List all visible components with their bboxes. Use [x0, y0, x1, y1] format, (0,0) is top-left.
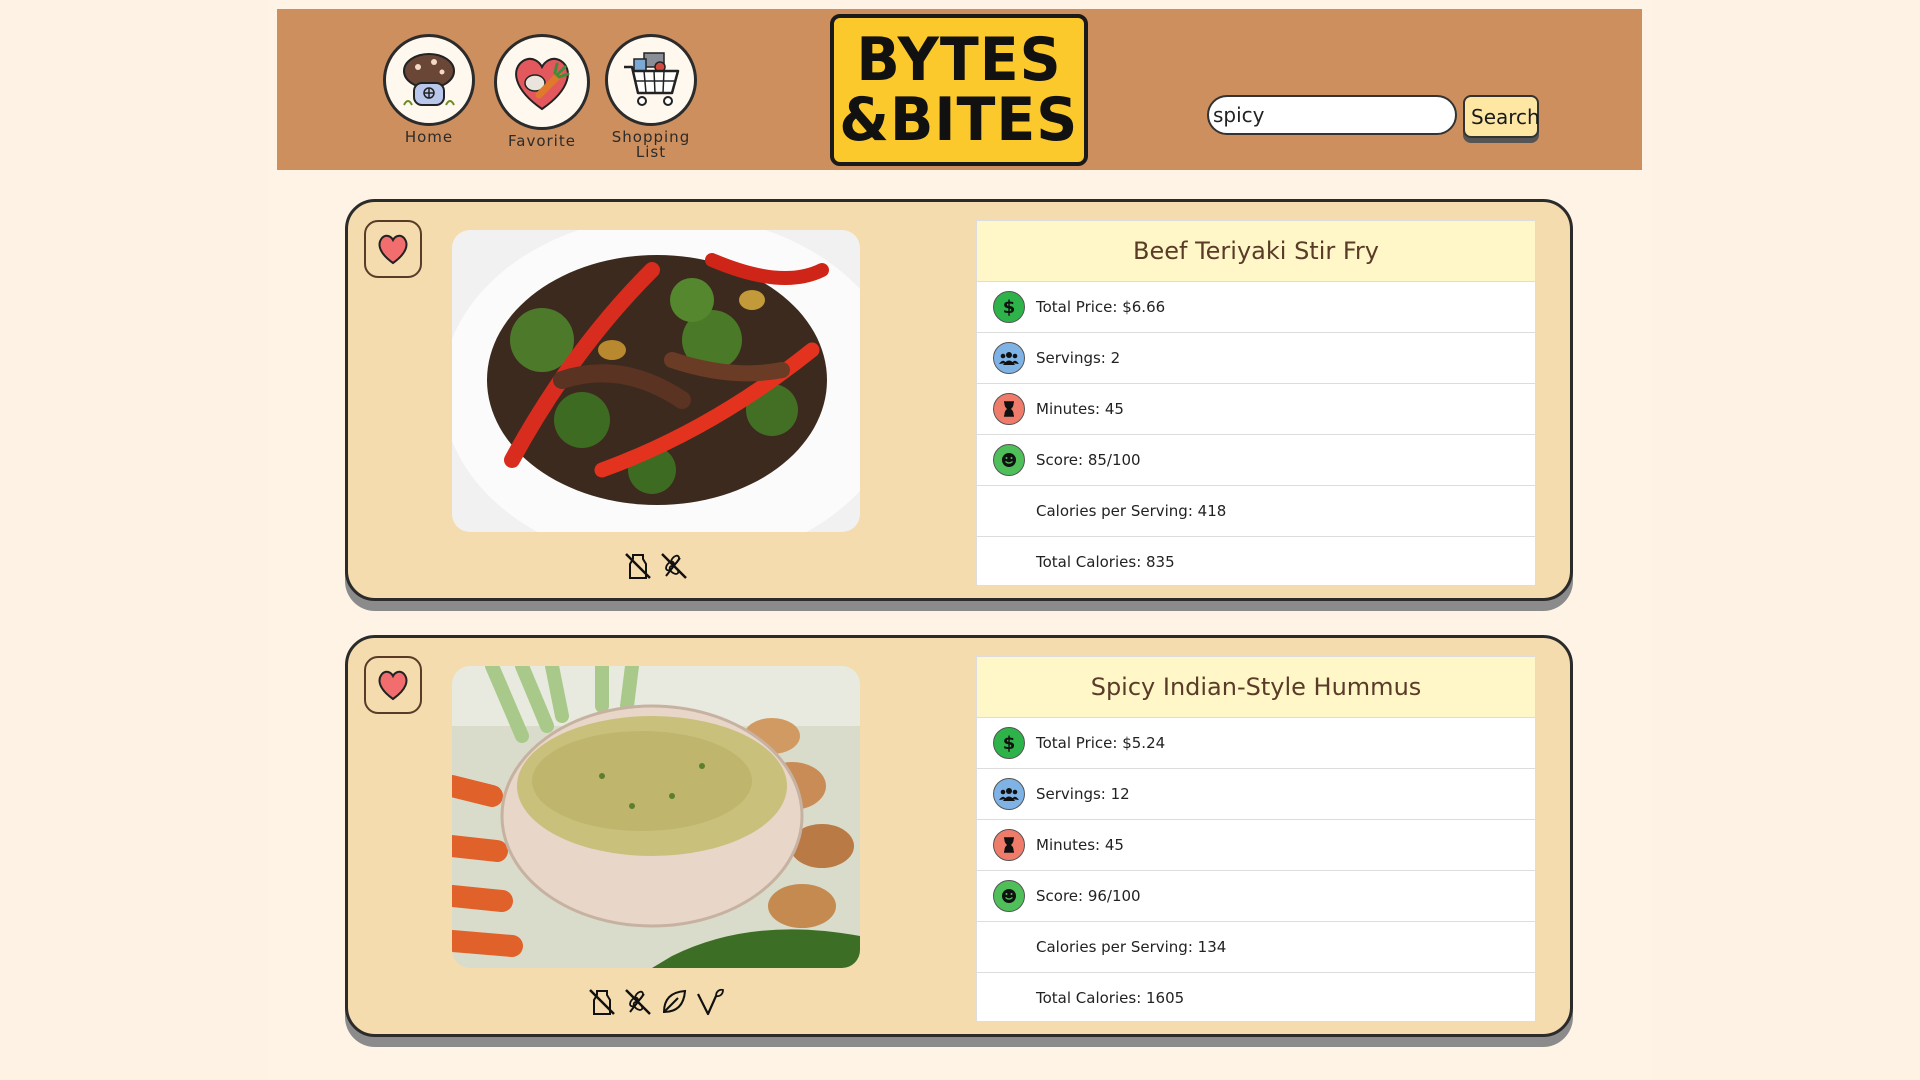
price-text: Total Price: $5.24	[1036, 734, 1166, 752]
dollar-icon: $	[993, 727, 1025, 759]
recipe-title[interactable]: Beef Teriyaki Stir Fry	[977, 221, 1535, 282]
minutes-text: Minutes: 45	[1036, 400, 1124, 418]
diet-icons	[452, 986, 860, 1022]
minutes-row: Minutes: 45	[977, 384, 1535, 435]
logo-line-2: &BITES	[839, 85, 1079, 155]
gluten-free-icon	[625, 989, 651, 1015]
recipe-card: Beef Teriyaki Stir Fry $ Total Price: $6…	[345, 199, 1573, 601]
price-row: $ Total Price: $5.24	[977, 718, 1535, 769]
house-icon	[383, 34, 475, 126]
recipe-info-table: Beef Teriyaki Stir Fry $ Total Price: $6…	[976, 220, 1536, 586]
price-row: $ Total Price: $6.66	[977, 282, 1535, 333]
nav-home[interactable]: Home	[383, 34, 475, 145]
logo[interactable]: BYTES &BITES	[830, 14, 1088, 166]
minutes-text: Minutes: 45	[1036, 836, 1124, 854]
recipe-card: Spicy Indian-Style Hummus $ Total Price:…	[345, 635, 1573, 1037]
favorite-button[interactable]	[364, 656, 422, 714]
logo-line-1: BYTES	[856, 25, 1062, 95]
dairy-free-icon	[625, 553, 651, 579]
smile-icon	[993, 444, 1025, 476]
calories-per-serving-row: Calories per Serving: 134	[977, 922, 1535, 973]
recipe-title[interactable]: Spicy Indian-Style Hummus	[977, 657, 1535, 718]
price-text: Total Price: $6.66	[1036, 298, 1166, 316]
recipe-info-table: Spicy Indian-Style Hummus $ Total Price:…	[976, 656, 1536, 1022]
hourglass-icon	[993, 829, 1025, 861]
servings-text: Servings: 12	[1036, 785, 1130, 803]
search-input[interactable]	[1207, 95, 1457, 135]
vegan-icon	[662, 989, 687, 1014]
minutes-row: Minutes: 45	[977, 820, 1535, 871]
servings-row: Servings: 2	[977, 333, 1535, 384]
heart-icon	[378, 234, 408, 265]
gluten-free-icon	[661, 553, 687, 579]
servings-text: Servings: 2	[1036, 349, 1121, 367]
recipe-photo	[452, 230, 860, 532]
nav-home-label: Home	[404, 128, 454, 146]
nav-shopping-list-label: Shopping List	[611, 128, 691, 161]
score-row: Score: 96/100	[977, 871, 1535, 922]
total-calories-text: Total Calories: 835	[1036, 553, 1175, 571]
total-calories-text: Total Calories: 1605	[1036, 989, 1185, 1007]
smile-icon	[993, 880, 1025, 912]
people-icon	[993, 342, 1025, 374]
hourglass-icon	[993, 393, 1025, 425]
recipe-photo	[452, 666, 860, 968]
score-text: Score: 96/100	[1036, 887, 1141, 905]
nav-favorite[interactable]: Favorite	[494, 34, 590, 149]
dairy-free-icon	[589, 989, 615, 1015]
score-row: Score: 85/100	[977, 435, 1535, 486]
calories-per-serving-text: Calories per Serving: 418	[1036, 502, 1227, 520]
calories-per-serving-row: Calories per Serving: 418	[977, 486, 1535, 537]
calories-per-serving-text: Calories per Serving: 134	[1036, 938, 1227, 956]
score-text: Score: 85/100	[1036, 451, 1141, 469]
diet-icons	[452, 550, 860, 586]
header: Home Favorite Shopping List BYTES &BITES…	[277, 9, 1642, 170]
dollar-icon: $	[993, 291, 1025, 323]
people-icon	[993, 778, 1025, 810]
nav-shopping-list[interactable]: Shopping List	[605, 34, 697, 160]
vegetarian-icon	[697, 988, 724, 1016]
cart-icon	[605, 34, 697, 126]
favorite-button[interactable]	[364, 220, 422, 278]
total-calories-row: Total Calories: 1605	[977, 973, 1535, 1023]
nav-favorite-label: Favorite	[508, 132, 576, 150]
heart-food-icon	[494, 34, 590, 130]
search-button[interactable]: Search	[1463, 95, 1540, 138]
total-calories-row: Total Calories: 835	[977, 537, 1535, 587]
heart-icon	[378, 670, 408, 701]
servings-row: Servings: 12	[977, 769, 1535, 820]
